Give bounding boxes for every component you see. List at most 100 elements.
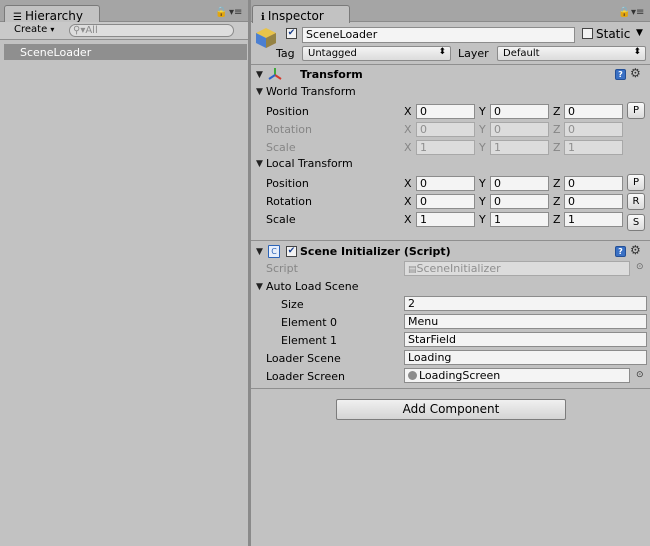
script-asset-icon: ▤: [408, 265, 417, 275]
script-value: SceneInitializer: [416, 262, 501, 275]
world-position-button[interactable]: P: [627, 102, 645, 119]
size-label: Size: [281, 298, 304, 311]
hierarchy-tab-strip: ☰ Hierarchy 🔒 ▾≡: [0, 0, 248, 23]
axis-x-label: X: [404, 141, 412, 154]
tab-hierarchy[interactable]: ☰ Hierarchy: [4, 5, 100, 23]
gameobject-active-checkbox[interactable]: ✔: [286, 28, 297, 39]
world-transform-label: World Transform: [266, 85, 356, 98]
loader-scene-label: Loader Scene: [266, 352, 341, 365]
loader-scene-input[interactable]: Loading: [404, 350, 647, 365]
object-picker-icon[interactable]: ⊙: [636, 370, 644, 380]
layer-value: Default: [503, 48, 540, 59]
inspector-tab-label: Inspector: [267, 9, 324, 23]
element-0-input[interactable]: Menu: [404, 314, 647, 329]
static-checkbox[interactable]: [582, 28, 593, 39]
script-foldout-icon[interactable]: ▼: [256, 247, 263, 257]
hierarchy-tab-label: Hierarchy: [24, 9, 83, 23]
info-icon: ℹ: [261, 12, 265, 23]
axis-x-label: X: [404, 177, 412, 190]
world-scale-label: Scale: [266, 141, 296, 154]
local-rotation-x[interactable]: 0: [416, 194, 475, 209]
world-position-y[interactable]: 0: [490, 104, 549, 119]
script-section-divider: [251, 240, 650, 241]
create-dropdown[interactable]: Create ▾: [4, 23, 62, 38]
axis-x-label: X: [404, 195, 412, 208]
hierarchy-lock-icon[interactable]: 🔒: [215, 7, 227, 18]
local-position-z[interactable]: 0: [564, 176, 623, 191]
hierarchy-search-input[interactable]: ⚲▾All: [69, 24, 234, 37]
local-rotation-button[interactable]: R: [627, 193, 645, 210]
layer-dropdown[interactable]: Default ⬍: [497, 46, 646, 61]
auto-load-foldout-icon[interactable]: ▼: [256, 282, 263, 292]
inspector-tab-strip: ℹ Inspector 🔒 ▾≡: [251, 0, 650, 23]
inspector-lock-icon[interactable]: 🔒: [618, 7, 630, 18]
axis-y-label: Y: [479, 213, 486, 226]
transform-section-divider: [251, 64, 650, 65]
world-scale-z: 1: [564, 140, 623, 155]
gear-icon[interactable]: ⚙: [630, 243, 641, 257]
tab-inspector[interactable]: ℹ Inspector: [252, 5, 350, 23]
script-file-icon: C: [268, 245, 280, 258]
element-1-label: Element 1: [281, 334, 338, 347]
tag-value: Untagged: [308, 48, 357, 59]
axis-y-label: Y: [479, 141, 486, 154]
script-enabled-checkbox[interactable]: ✔: [286, 246, 297, 257]
static-dropdown-arrow[interactable]: ▼: [636, 28, 643, 38]
gameobject-name-input[interactable]: SceneLoader: [302, 27, 575, 43]
axis-y-label: Y: [479, 195, 486, 208]
axis-y-label: Y: [479, 177, 486, 190]
add-component-button[interactable]: Add Component: [336, 399, 566, 420]
local-position-y[interactable]: 0: [490, 176, 549, 191]
axis-z-label: Z: [553, 213, 561, 226]
axis-x-label: X: [404, 123, 412, 136]
world-position-x[interactable]: 0: [416, 104, 475, 119]
inspector-menu-icon[interactable]: ▾≡: [631, 7, 644, 18]
gear-icon[interactable]: ⚙: [630, 66, 641, 80]
local-scale-x[interactable]: 1: [416, 212, 475, 227]
axis-z-label: Z: [553, 177, 561, 190]
world-rotation-label: Rotation: [266, 123, 313, 136]
element-1-input[interactable]: StarField: [404, 332, 647, 347]
local-scale-button[interactable]: S: [627, 214, 645, 231]
size-input[interactable]: 2: [404, 296, 647, 311]
loader-screen-field[interactable]: LoadingScreen: [404, 368, 630, 383]
search-placeholder: All: [85, 25, 98, 36]
transform-title: Transform: [300, 68, 363, 81]
local-scale-label: Scale: [266, 213, 296, 226]
transform-foldout-icon[interactable]: ▼: [256, 70, 263, 80]
tag-dropdown[interactable]: Untagged ⬍: [302, 46, 451, 61]
gameobject-cube-icon: [255, 27, 277, 52]
help-icon[interactable]: ?: [615, 69, 626, 80]
script-label: Script: [266, 262, 298, 275]
axis-z-label: Z: [553, 195, 561, 208]
axis-x-label: X: [404, 213, 412, 226]
local-rotation-y[interactable]: 0: [490, 194, 549, 209]
gameobject-sphere-icon: [408, 371, 417, 380]
local-position-button[interactable]: P: [627, 174, 645, 191]
axis-z-label: Z: [553, 123, 561, 136]
help-icon[interactable]: ?: [615, 246, 626, 257]
add-component-divider: [251, 388, 650, 389]
axis-x-label: X: [404, 105, 412, 118]
axis-y-label: Y: [479, 105, 486, 118]
create-label: Create: [14, 24, 48, 35]
dropdown-arrows-icon: ⬍: [633, 47, 641, 57]
world-transform-foldout-icon[interactable]: ▼: [256, 87, 263, 97]
layer-label: Layer: [458, 47, 489, 60]
object-picker-icon[interactable]: ⊙: [636, 262, 644, 272]
local-scale-z[interactable]: 1: [564, 212, 623, 227]
world-position-label: Position: [266, 105, 309, 118]
auto-load-scene-label: Auto Load Scene: [266, 280, 359, 293]
local-rotation-label: Rotation: [266, 195, 313, 208]
search-icon: ⚲▾: [73, 25, 86, 36]
local-transform-foldout-icon[interactable]: ▼: [256, 159, 263, 169]
hierarchy-item-sceneloader[interactable]: SceneLoader: [4, 44, 247, 60]
world-position-z[interactable]: 0: [564, 104, 623, 119]
hierarchy-toolbar: Create ▾ ⚲▾All: [0, 22, 248, 40]
chevron-down-icon: ▾: [50, 25, 55, 34]
hierarchy-menu-icon[interactable]: ▾≡: [229, 7, 242, 18]
local-position-x[interactable]: 0: [416, 176, 475, 191]
local-rotation-z[interactable]: 0: [564, 194, 623, 209]
local-scale-y[interactable]: 1: [490, 212, 549, 227]
axis-z-label: Z: [553, 105, 561, 118]
